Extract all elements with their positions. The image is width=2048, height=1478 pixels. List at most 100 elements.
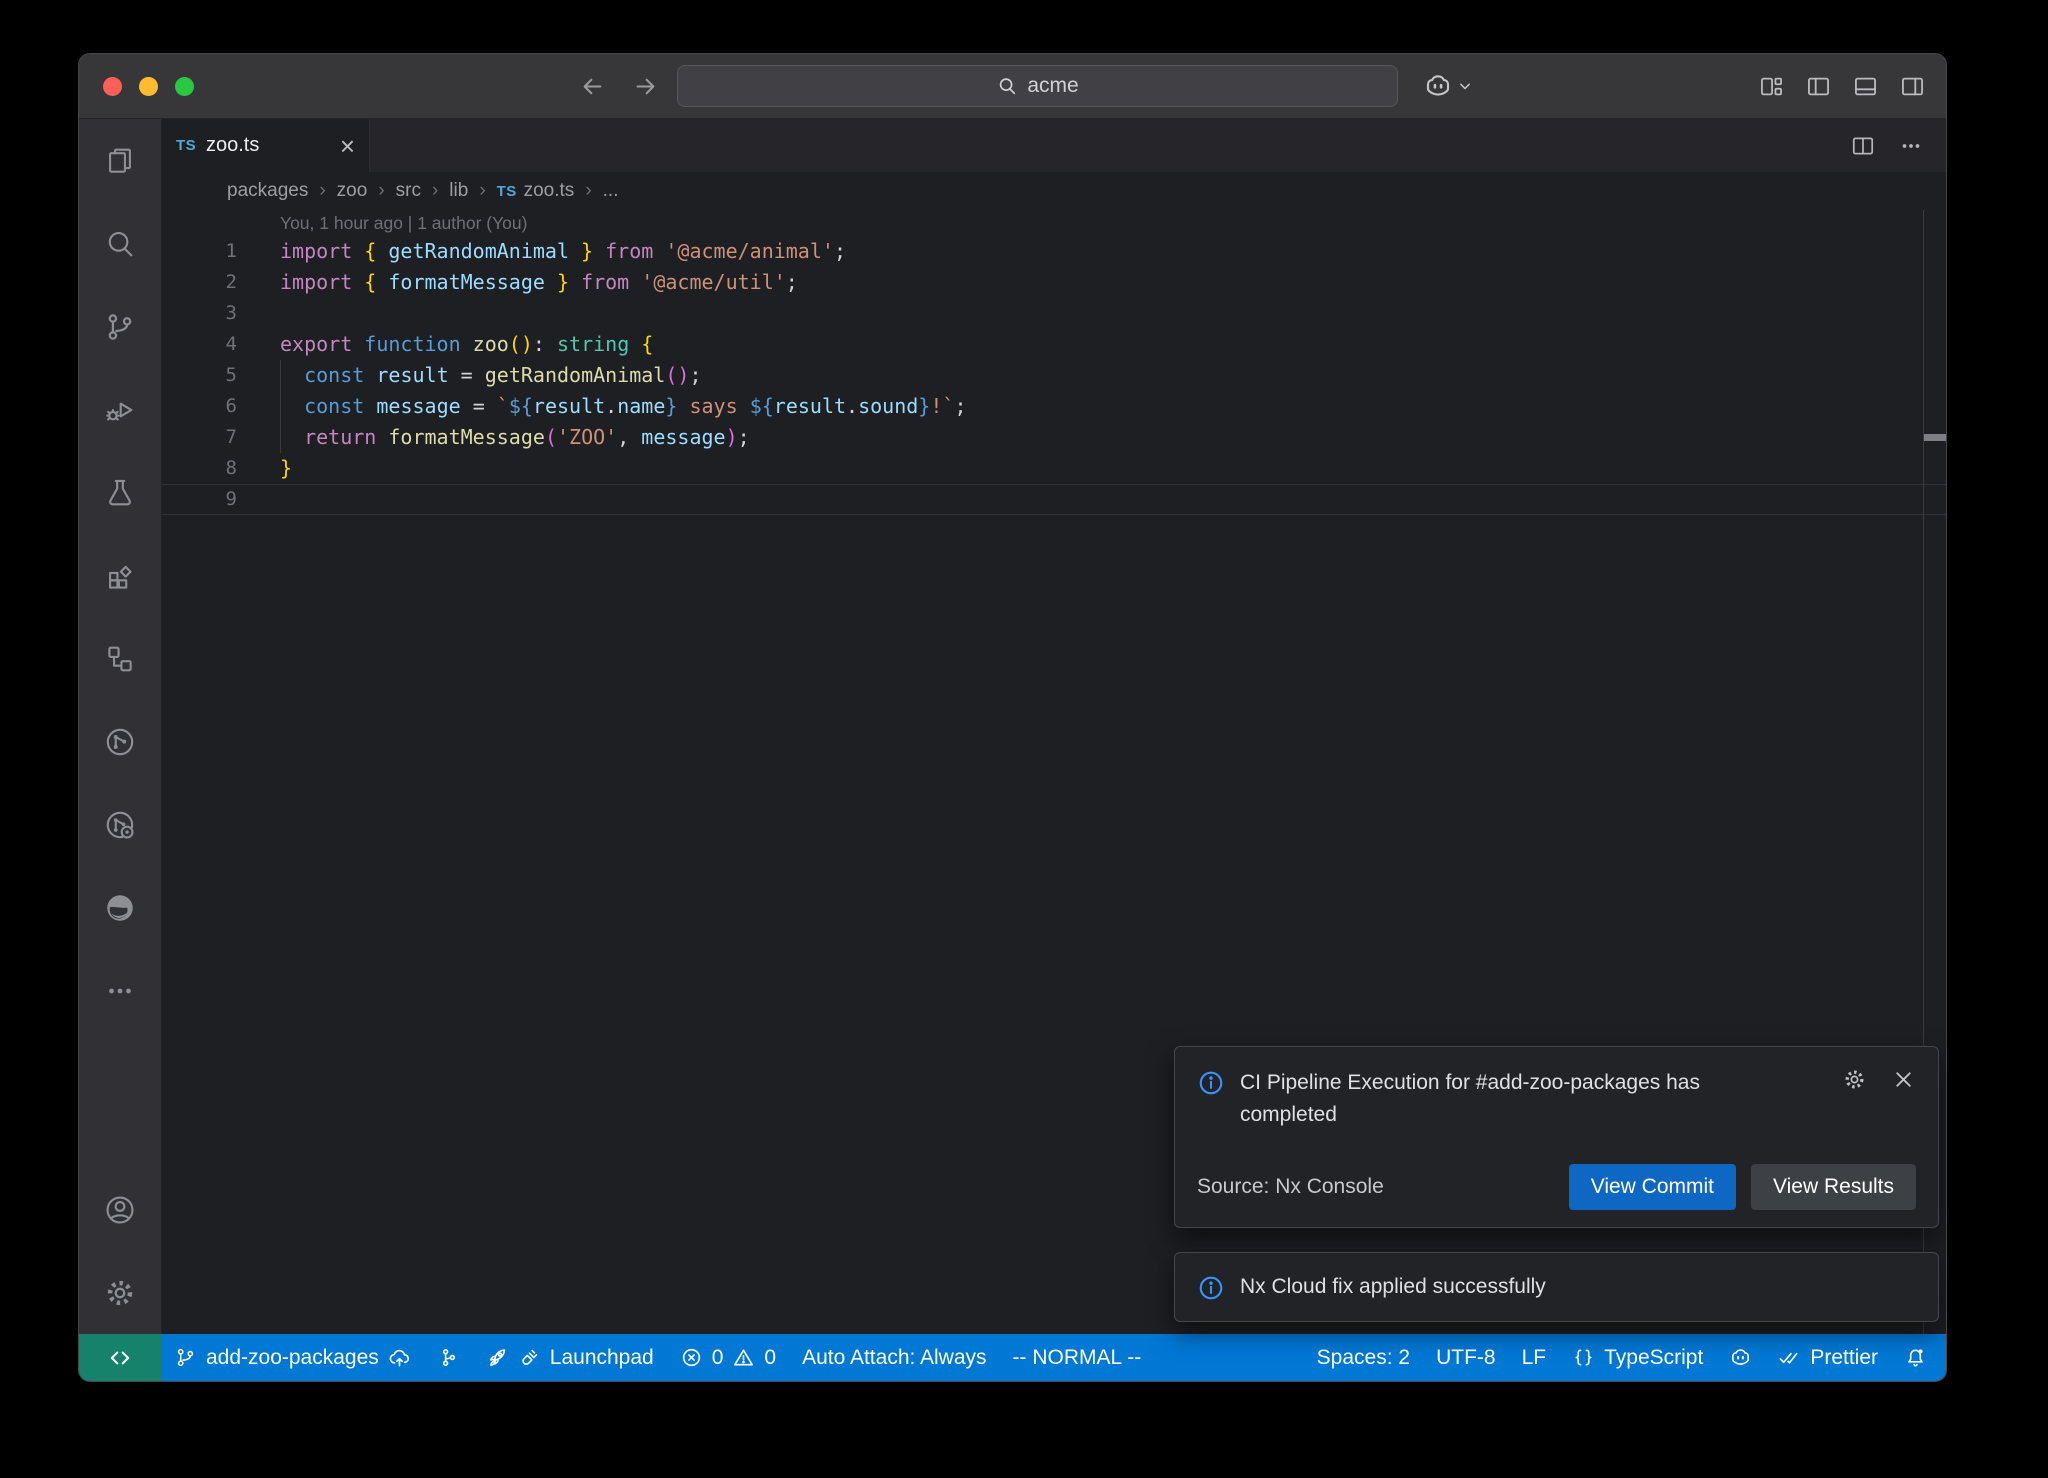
more-actions-icon[interactable]: [1898, 133, 1924, 159]
breadcrumb-separator: ›: [479, 180, 485, 202]
files-icon: [103, 144, 137, 178]
account-icon: [103, 1193, 137, 1227]
breadcrumb-item[interactable]: zoo: [337, 180, 368, 202]
toggle-panel-icon[interactable]: [1852, 73, 1879, 100]
status-bar: add-zoo-packages Launchpad00Auto Attach: …: [79, 1334, 1946, 1381]
close-window-button[interactable]: [103, 77, 122, 96]
notification-message: Nx Cloud fix applied successfully: [1240, 1271, 1546, 1303]
notification-toast-nx-cloud: Nx Cloud fix applied successfully: [1174, 1252, 1939, 1322]
tab-close-icon[interactable]: ×: [340, 133, 355, 159]
activity-item-search[interactable]: [79, 202, 161, 285]
tab-zoo-ts[interactable]: TS zoo.ts ×: [162, 119, 370, 172]
status-eol[interactable]: LF: [1509, 1334, 1560, 1381]
title-bar: acme: [79, 54, 1946, 119]
gear-icon: [103, 1276, 137, 1310]
code-line[interactable]: 6 const message = `${result.name} says $…: [162, 391, 1946, 422]
braces-icon: [1572, 1346, 1595, 1369]
line-number: 6: [162, 391, 237, 422]
code-line[interactable]: 2import { formatMessage } from '@acme/ut…: [162, 267, 1946, 298]
more-h-icon: [103, 974, 137, 1008]
info-icon: [1197, 1272, 1225, 1302]
activity-item-source-control[interactable]: [79, 285, 161, 368]
view-commit-button[interactable]: View Commit: [1569, 1164, 1736, 1210]
status-auto-attach[interactable]: Auto Attach: Always: [789, 1334, 999, 1381]
breadcrumb-item[interactable]: src: [396, 180, 421, 202]
status-git-branch-status[interactable]: add-zoo-packages: [161, 1334, 424, 1381]
notification-settings-icon[interactable]: [1842, 1067, 1867, 1092]
debug-icon: [103, 393, 137, 427]
status-language-mode[interactable]: TypeScript: [1559, 1334, 1716, 1381]
status-remote-indicator[interactable]: [79, 1334, 161, 1381]
workspaces-icon: [103, 642, 137, 676]
breadcrumb-separator: ›: [432, 180, 438, 202]
typescript-file-icon: TS: [176, 137, 196, 154]
line-number: 4: [162, 329, 237, 360]
scrollbar-thumb[interactable]: [1924, 434, 1946, 441]
beaker-icon: [103, 476, 137, 510]
zoom-window-button[interactable]: [175, 77, 194, 96]
layout-controls: [1758, 54, 1926, 118]
breadcrumb-item[interactable]: TSzoo.ts: [497, 180, 575, 202]
code-line[interactable]: 7 return formatMessage('ZOO', message);: [162, 422, 1946, 453]
split-editor-icon[interactable]: [1850, 133, 1876, 159]
vscode-window: acme TS zoo.ts ×: [78, 53, 1947, 1382]
tab-bar: TS zoo.ts ×: [162, 119, 1946, 172]
view-results-button[interactable]: View Results: [1751, 1164, 1916, 1210]
status-vim-mode[interactable]: -- NORMAL --: [1000, 1334, 1155, 1381]
breadcrumb-item[interactable]: packages: [227, 180, 308, 202]
activity-item-extensions[interactable]: [79, 534, 161, 617]
search-query: acme: [1027, 74, 1078, 98]
activity-item-explorer[interactable]: [79, 119, 161, 202]
activity-item-testing[interactable]: [79, 451, 161, 534]
activity-item-workspaces[interactable]: [79, 617, 161, 700]
activity-item-accounts[interactable]: [79, 1168, 161, 1251]
edge-icon: [103, 891, 137, 925]
code-line[interactable]: 5 const result = getRandomAnimal();: [162, 360, 1946, 391]
breadcrumb-item[interactable]: lib: [449, 180, 468, 202]
status-copilot-status[interactable]: [1716, 1334, 1765, 1381]
activity-bar-top: [79, 119, 161, 1032]
notification-close-icon[interactable]: [1891, 1067, 1916, 1092]
copilot-icon: [1423, 71, 1453, 101]
back-arrow-icon[interactable]: [579, 73, 606, 100]
history-nav: [579, 54, 659, 118]
typescript-file-icon: TS: [497, 183, 517, 200]
traffic-lights: [79, 77, 194, 96]
plug-icon: [518, 1346, 541, 1369]
activity-item-run-debug[interactable]: [79, 368, 161, 451]
code-line[interactable]: 9: [162, 484, 1946, 515]
chevron-down-icon: [1455, 76, 1475, 96]
status-indentation[interactable]: Spaces: 2: [1304, 1334, 1423, 1381]
line-number: 3: [162, 298, 237, 329]
minimize-window-button[interactable]: [139, 77, 158, 96]
extensions-icon: [103, 559, 137, 593]
activity-item-nx-cloud[interactable]: [79, 783, 161, 866]
code-line[interactable]: 4export function zoo(): string {: [162, 329, 1946, 360]
breadcrumb: packages›zoo›src›lib›TSzoo.ts›...: [162, 172, 1946, 210]
git-blame-annotation: You, 1 hour ago | 1 author (You): [162, 210, 1946, 236]
command-center-search[interactable]: acme: [677, 65, 1398, 107]
double-check-icon: [1778, 1346, 1801, 1369]
status-nx-launchpad[interactable]: Launchpad: [473, 1334, 667, 1381]
nx-cloud-icon: [103, 808, 137, 842]
status-encoding[interactable]: UTF-8: [1423, 1334, 1509, 1381]
activity-item-edge-browser[interactable]: [79, 866, 161, 949]
forward-arrow-icon[interactable]: [632, 73, 659, 100]
status-notifications-bell[interactable]: [1891, 1334, 1940, 1381]
code-line[interactable]: 1import { getRandomAnimal } from '@acme/…: [162, 236, 1946, 267]
status-formatter[interactable]: Prettier: [1765, 1334, 1891, 1381]
activity-item-settings[interactable]: [79, 1251, 161, 1334]
toggle-secondary-sidebar-icon[interactable]: [1899, 73, 1926, 100]
breadcrumb-item[interactable]: ...: [603, 180, 619, 202]
code-line[interactable]: 8}: [162, 453, 1946, 484]
customize-layout-icon[interactable]: [1758, 73, 1785, 100]
status-problems[interactable]: 00: [667, 1334, 789, 1381]
activity-bar-bottom: [79, 1168, 161, 1334]
status-source-control-graph[interactable]: [424, 1334, 473, 1381]
toggle-sidebar-icon[interactable]: [1805, 73, 1832, 100]
activity-item-nx-console[interactable]: [79, 700, 161, 783]
indent-guide: [280, 360, 281, 453]
code-line[interactable]: 3: [162, 298, 1946, 329]
activity-item-more[interactable]: [79, 949, 161, 1032]
copilot-menu[interactable]: [1423, 54, 1475, 118]
